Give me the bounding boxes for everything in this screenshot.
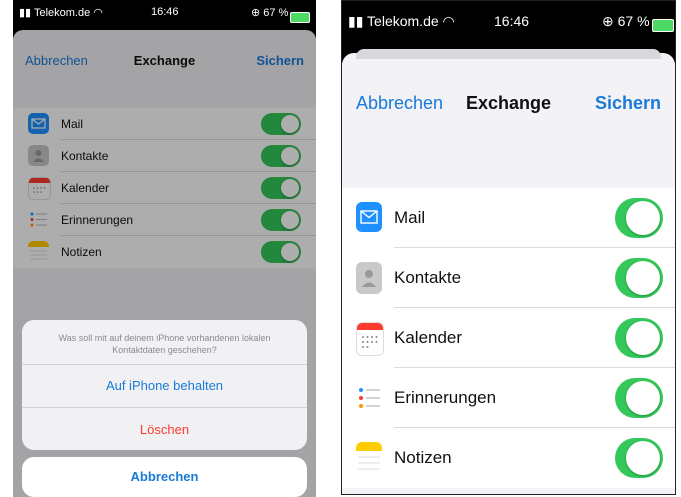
service-row-notes: Notizen: [342, 428, 675, 488]
action-sheet-cancel-button[interactable]: Abbrechen: [22, 457, 307, 497]
contacts-icon: [356, 262, 382, 294]
calendar-icon: [356, 322, 384, 356]
battery-indicator: ⊕ 67 %: [602, 13, 674, 32]
exchange-sheet: Abbrechen Exchange Sichern Mail Kontakte: [342, 49, 675, 494]
service-row-mail: Mail: [342, 188, 675, 248]
left-phone-screen: ▮▮ Telekom.de ◠ 16:46 ⊕ 67 % Abbrechen E…: [13, 0, 316, 497]
contacts-toggle[interactable]: [615, 258, 663, 298]
battery-indicator: ⊕ 67 %: [251, 6, 311, 23]
service-row-reminders: Erinnerungen: [342, 368, 675, 428]
service-label: Erinnerungen: [394, 388, 497, 407]
services-list: Mail Kontakte Kalender Erinnerungen Noti…: [342, 188, 675, 488]
mail-icon: [356, 202, 382, 232]
carrier-label: ▮▮ Telekom.de ◠: [19, 7, 103, 19]
delete-button[interactable]: Löschen: [22, 422, 307, 437]
wifi-icon: ◠: [93, 7, 103, 19]
notes-icon: [356, 442, 382, 474]
action-sheet: Was soll mit auf deinem iPhone vorhanden…: [22, 320, 307, 450]
calendar-toggle[interactable]: [615, 318, 663, 358]
service-row-contacts: Kontakte: [342, 248, 675, 308]
reminders-icon: [356, 382, 382, 414]
service-label: Kalender: [394, 328, 463, 347]
reminders-toggle[interactable]: [615, 378, 663, 418]
battery-icon: [290, 12, 311, 23]
wifi-icon: ◠: [442, 13, 455, 29]
keep-on-iphone-button[interactable]: Auf iPhone behalten: [22, 378, 307, 393]
carrier-label: ▮▮ Telekom.de ◠: [348, 13, 455, 29]
nav-bar: Abbrechen Exchange Sichern: [342, 63, 675, 141]
mail-toggle[interactable]: [615, 198, 663, 238]
service-label: Kontakte: [394, 268, 462, 287]
service-row-calendar: Kalender: [342, 308, 675, 368]
action-sheet-message: Was soll mit auf deinem iPhone vorhanden…: [58, 333, 271, 355]
battery-icon: [651, 19, 674, 32]
time-label: 16:46: [494, 13, 530, 29]
time-label: 16:46: [151, 6, 179, 18]
right-phone-screen: ▮▮ Telekom.de ◠ 16:46 ⊕ 67 % Abbrechen E…: [341, 0, 676, 495]
save-button[interactable]: Sichern: [595, 93, 661, 114]
service-label: Mail: [394, 208, 426, 227]
notes-toggle[interactable]: [615, 438, 663, 478]
service-label: Notizen: [394, 448, 452, 467]
